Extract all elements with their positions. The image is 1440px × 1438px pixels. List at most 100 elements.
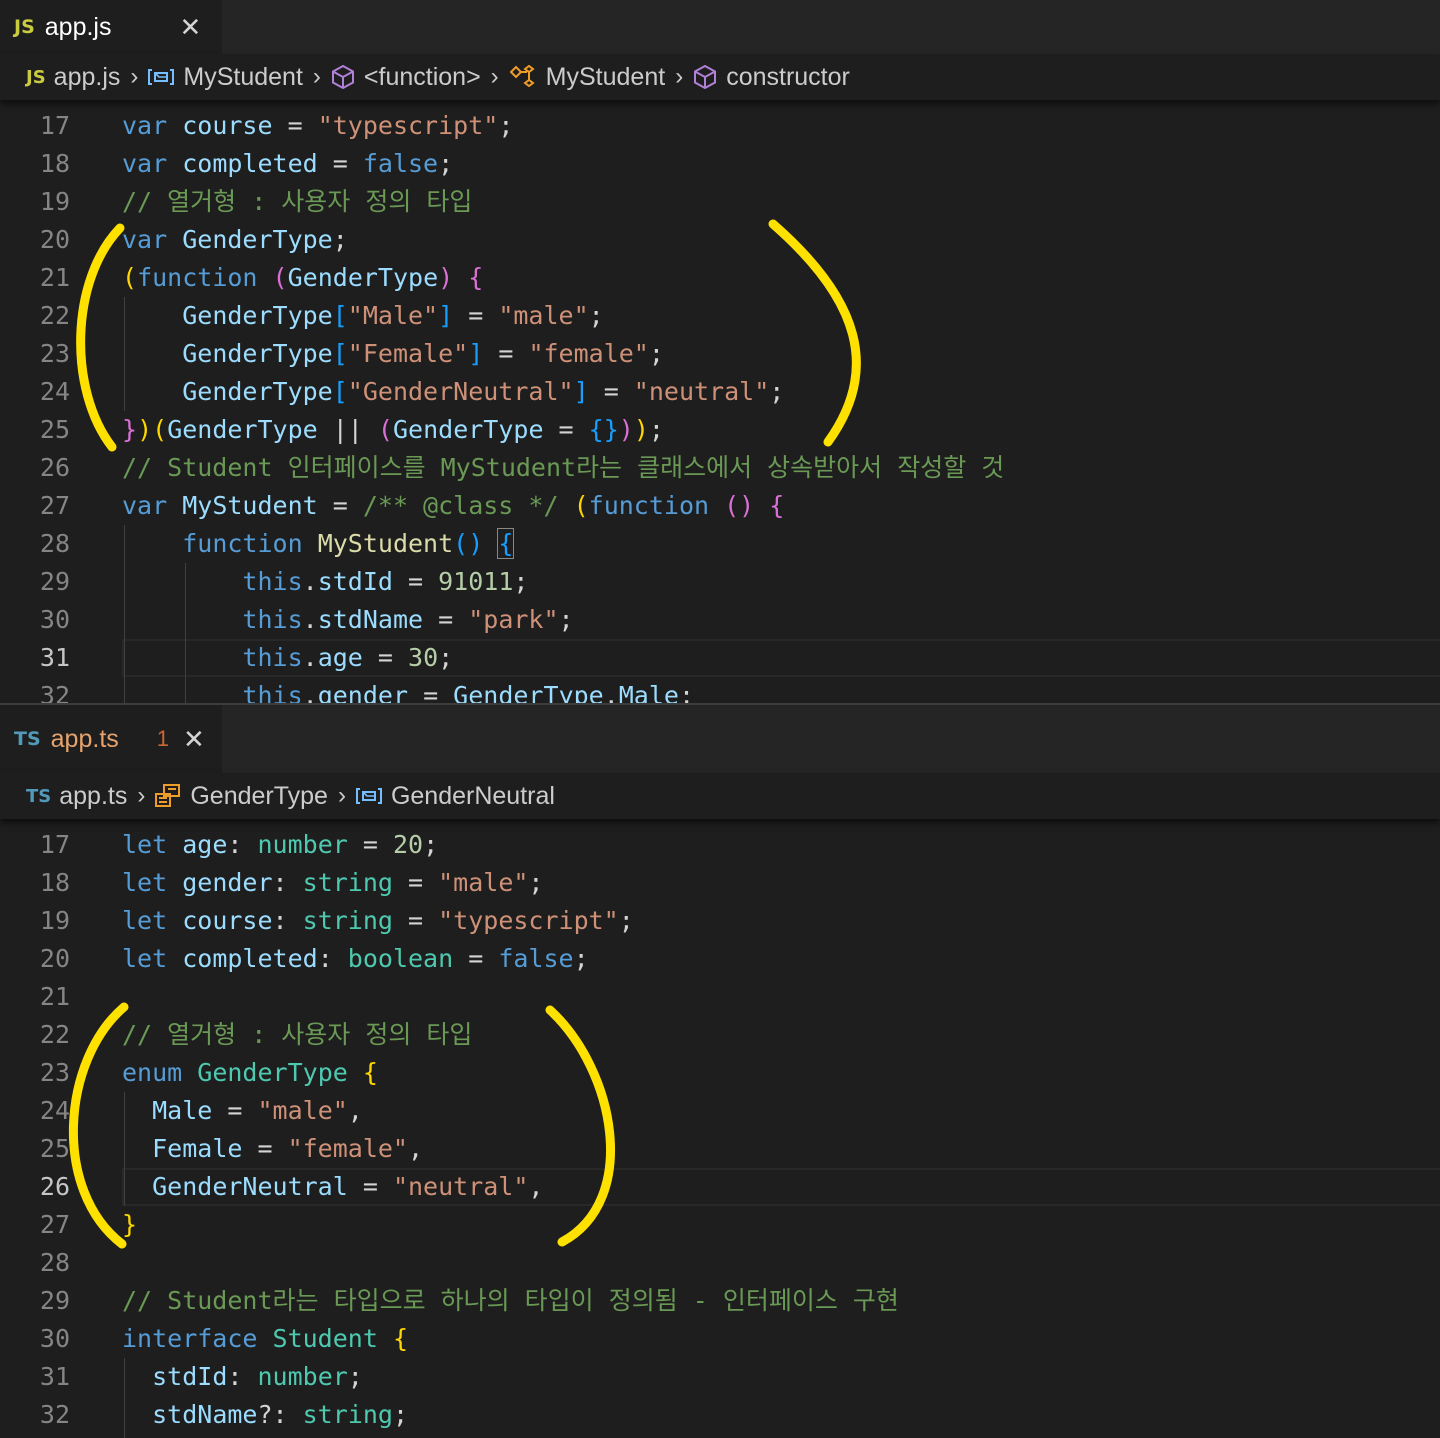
code-comment: // Student 인터페이스를 MyStudent라는 클래스에서 상속받아… (122, 453, 1005, 482)
line-number: 23 (39, 339, 70, 368)
code-line: 22 // 열거형 : 사용자 정의 타입 (0, 1016, 1440, 1054)
code-line: 17 let age: number = 20; (0, 826, 1440, 864)
tab-app-ts[interactable]: TS app.ts 1 ✕ (0, 705, 222, 773)
tab-app-js[interactable]: JS app.js ✕ (0, 0, 222, 54)
code-line: 25})(GenderType || (GenderType = {})); (0, 411, 1440, 449)
code-line: 30 this.stdName = "park"; (0, 601, 1440, 639)
breadcrumb-file[interactable]: TS app.ts (26, 782, 127, 811)
tab-label: app.ts (50, 724, 119, 753)
typescript-file-icon: TS (26, 785, 52, 807)
code-line: 27} (0, 1206, 1440, 1244)
breadcrumb-constructor[interactable]: constructor (692, 63, 850, 92)
code-line: 21 (0, 978, 1440, 1016)
breadcrumb-variable[interactable]: MyStudent (147, 63, 303, 92)
line-number: 27 (39, 491, 70, 520)
code-line: 20 let completed: boolean = false; (0, 940, 1440, 978)
line-number: 22 (39, 1020, 70, 1049)
line-number: 21 (39, 263, 70, 292)
line-number: 31 (39, 1362, 70, 1391)
chevron-right-icon: › (312, 63, 321, 90)
chevron-right-icon: › (337, 782, 346, 809)
chevron-right-icon: › (490, 63, 499, 90)
code-comment: // Student라는 타입으로 하나의 타입이 정의됨 - 인터페이스 구현 (122, 1286, 899, 1315)
tab-label: app.js (44, 12, 112, 41)
line-number: 17 (39, 111, 70, 140)
code-line: 30 interface Student { (0, 1320, 1440, 1358)
class-icon (508, 64, 538, 90)
code-line: 28 (0, 1244, 1440, 1282)
line-number: 32 (39, 1400, 70, 1429)
code-line: 31 this.age = 30; (0, 639, 1440, 677)
line-number: 23 (39, 1058, 70, 1087)
line-number: 28 (39, 529, 70, 558)
code-line: 29 // Student라는 타입으로 하나의 타입이 정의됨 - 인터페이스 … (0, 1282, 1440, 1320)
breadcrumb-file[interactable]: JS app.js (26, 63, 120, 92)
code-line: 19 let course: string = "typescript"; (0, 902, 1440, 940)
code-line: 23 enum GenderType { (0, 1054, 1440, 1092)
code-line: 28 function MyStudent() { (0, 525, 1440, 563)
line-number: 30 (39, 1324, 70, 1353)
problem-count-badge: 1 (156, 726, 170, 751)
javascript-file-icon: JS (14, 16, 35, 38)
line-number: 21 (39, 982, 70, 1011)
line-number: 27 (39, 1210, 70, 1239)
line-number: 26 (39, 453, 70, 482)
ts-editor-pane: TS app.ts 1 ✕ TS app.ts › GenderType › G… (0, 705, 1440, 1438)
code-line: 20 var GenderType; (0, 221, 1440, 259)
line-number: 18 (39, 149, 70, 178)
js-editor-pane: JS app.js ✕ JS app.js › MyStudent › <fun… (0, 0, 1440, 703)
code-line: 17 var course = "typescript"; (0, 107, 1440, 145)
line-number: 26 (39, 1172, 70, 1201)
breadcrumb-label: MyStudent (183, 62, 303, 91)
code-line: 19 // 열거형 : 사용자 정의 타입 (0, 183, 1440, 221)
breadcrumb-label: GenderNeutral (390, 781, 555, 810)
breadcrumb-label: app.js (53, 62, 121, 91)
method-cube-icon (692, 64, 718, 90)
code-line: 31 stdId: number; (0, 1358, 1440, 1396)
breadcrumb-label: constructor (726, 62, 850, 91)
line-number: 25 (39, 415, 70, 444)
line-number: 28 (39, 1248, 70, 1277)
line-number: 29 (39, 1286, 70, 1315)
code-line: 24 GenderType["GenderNeutral"] = "neutra… (0, 373, 1440, 411)
enum-member-icon (355, 786, 383, 806)
breadcrumb-label: <function> (363, 62, 481, 91)
breadcrumb-label: app.ts (59, 781, 128, 810)
code-line: 22 GenderType["Male"] = "male"; (0, 297, 1440, 335)
js-tab-bar: JS app.js ✕ (0, 0, 1440, 54)
code-line: 18 var completed = false; (0, 145, 1440, 183)
chevron-right-icon: › (137, 782, 146, 809)
breadcrumb-function[interactable]: <function> (330, 63, 481, 92)
breadcrumb-enum[interactable]: GenderType (154, 782, 328, 811)
code-line: 29 this.stdId = 91011; (0, 563, 1440, 601)
line-number: 29 (39, 567, 70, 596)
typescript-file-icon: TS (14, 728, 41, 750)
code-line: 26 // Student 인터페이스를 MyStudent라는 클래스에서 상속… (0, 449, 1440, 487)
code-line: 18 let gender: string = "male"; (0, 864, 1440, 902)
code-line: 26 GenderNeutral = "neutral", (0, 1168, 1440, 1206)
breadcrumb-class[interactable]: MyStudent (508, 62, 666, 92)
enum-icon (154, 783, 182, 809)
method-cube-icon (330, 64, 356, 90)
line-number: 20 (39, 944, 70, 973)
line-number: 24 (39, 1096, 70, 1125)
line-number: 20 (39, 225, 70, 254)
code-line: 27 var MyStudent = /** @class */ (functio… (0, 487, 1440, 525)
breadcrumb-label: MyStudent (545, 62, 666, 91)
ts-tab-bar: TS app.ts 1 ✕ (0, 705, 1440, 773)
code-line: 21 (function (GenderType) { (0, 259, 1440, 297)
close-icon[interactable]: ✕ (183, 724, 205, 755)
code-comment: // 열거형 : 사용자 정의 타입 (122, 1020, 473, 1049)
breadcrumb-enum-member[interactable]: GenderNeutral (355, 782, 555, 811)
line-number: 24 (39, 377, 70, 406)
variable-icon (147, 67, 175, 87)
js-breadcrumb: JS app.js › MyStudent › <function> › MyS… (0, 54, 1440, 100)
line-number: 17 (39, 830, 70, 859)
line-number: 19 (39, 906, 70, 935)
line-number: 32 (39, 681, 70, 703)
close-icon[interactable]: ✕ (179, 12, 201, 43)
chevron-right-icon: › (675, 63, 684, 90)
ts-breadcrumb: TS app.ts › GenderType › GenderNeutral (0, 773, 1440, 819)
chevron-right-icon: › (130, 63, 139, 90)
code-line: 24 Male = "male", (0, 1092, 1440, 1130)
